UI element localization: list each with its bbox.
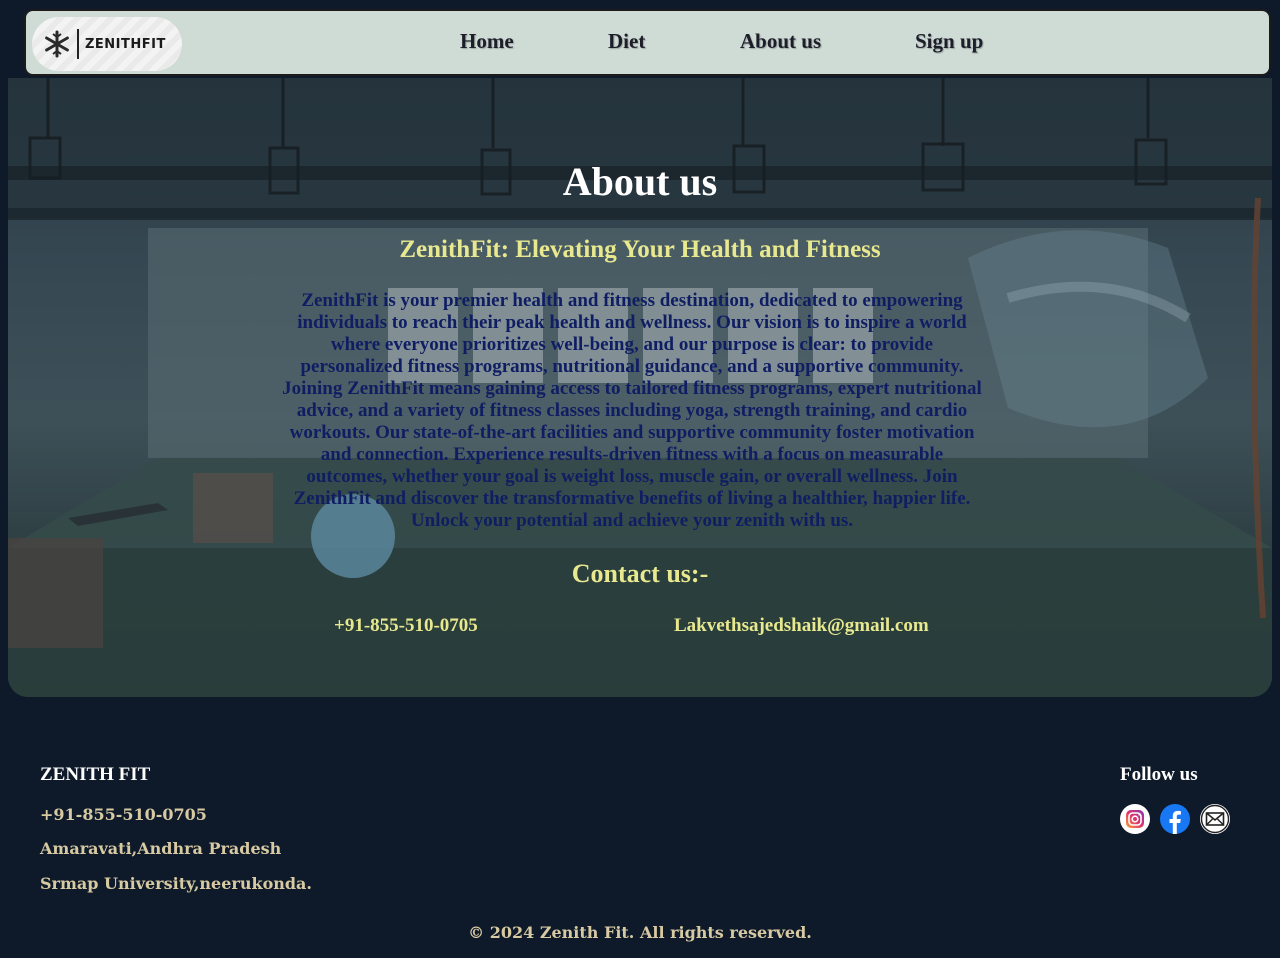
page-title: About us <box>562 159 718 204</box>
nav-about-us[interactable]: About us <box>740 29 821 54</box>
footer-brand: ZENITH FIT <box>40 764 151 785</box>
snowflake-icon <box>42 29 72 59</box>
follow-us-label: Follow us <box>1120 764 1198 785</box>
footer-address-line2: Srmap University,neerukonda. <box>40 874 312 893</box>
nav-sign-up[interactable]: Sign up <box>915 29 983 54</box>
hero-subtitle: ZenithFit: Elevating Your Health and Fit… <box>399 236 881 263</box>
copyright: © 2024 Zenith Fit. All rights reserved. <box>468 923 812 942</box>
about-hero: About us ZenithFit: Elevating Your Healt… <box>8 78 1272 697</box>
instagram-icon[interactable] <box>1120 804 1150 834</box>
facebook-icon[interactable] <box>1160 804 1190 834</box>
about-paragraph: ZenithFit is your premier health and fit… <box>282 290 982 531</box>
mail-icon[interactable] <box>1200 804 1230 834</box>
contact-email[interactable]: Lakvethsajedshaik@gmail.com <box>674 615 929 637</box>
brand-logo[interactable]: ZENITHFIT <box>32 17 182 71</box>
contact-phone[interactable]: +91-855-510-0705 <box>334 615 478 637</box>
footer-address-line1: Amaravati,Andhra Pradesh <box>40 839 282 858</box>
nav-home[interactable]: Home <box>460 29 514 54</box>
logo-text: ZENITHFIT <box>85 36 166 52</box>
nav-diet[interactable]: Diet <box>608 29 645 54</box>
contact-heading: Contact us:- <box>571 559 709 588</box>
logo-divider <box>77 29 79 59</box>
footer-phone: +91-855-510-0705 <box>40 805 207 824</box>
navbar: ZENITHFIT Home Diet About us Sign up <box>24 9 1271 76</box>
